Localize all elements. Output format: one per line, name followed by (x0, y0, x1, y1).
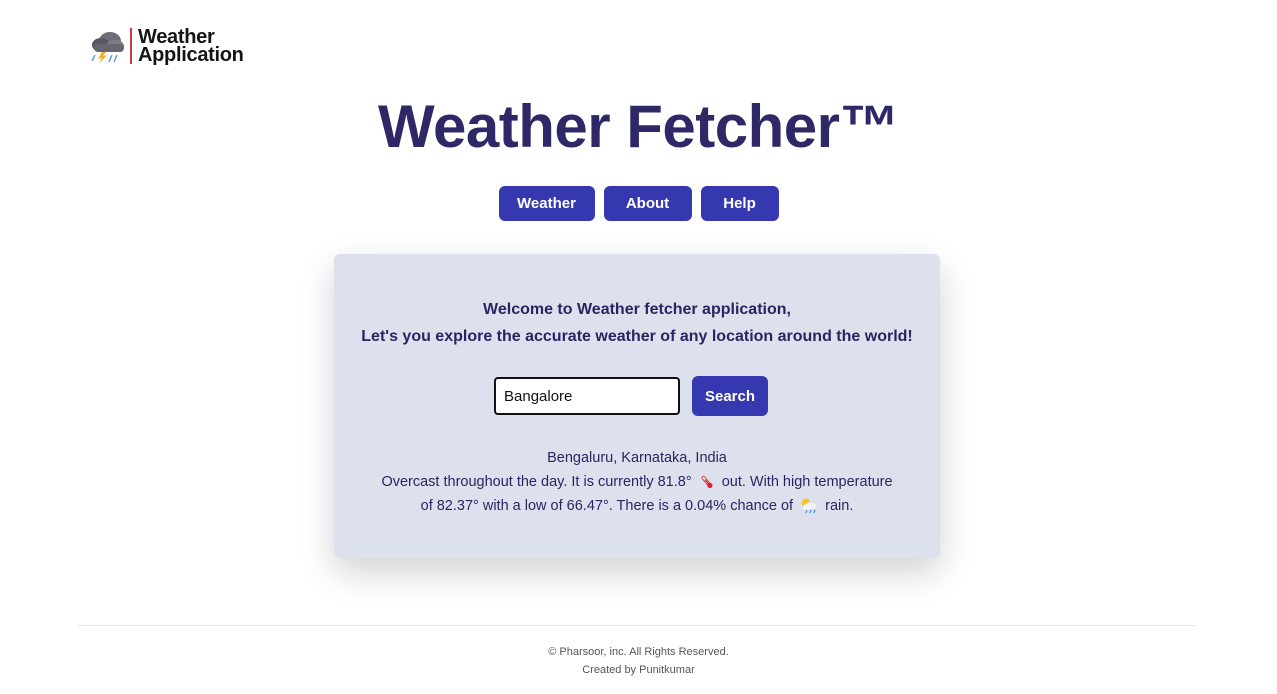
search-form: Search (494, 376, 768, 416)
nav-weather-button[interactable]: Weather (498, 186, 595, 221)
result-current-text: Overcast throughout the day. It is curre… (381, 474, 692, 490)
nav-about-button[interactable]: About (603, 186, 692, 221)
main-nav: Weather About Help (0, 186, 1277, 221)
nav-help-button[interactable]: Help (700, 186, 779, 221)
logo-divider (130, 28, 132, 64)
result-current: Overcast throughout the day. It is curre… (334, 470, 940, 494)
welcome-message: Welcome to Weather fetcher application, … (334, 296, 940, 350)
result-location: Bengaluru, Karnataka, India (547, 450, 727, 466)
search-button[interactable]: Search (692, 376, 768, 416)
location-search-input[interactable] (494, 377, 680, 415)
result-low-text: of 82.37° with a low of 66.47°. There is… (420, 498, 794, 514)
page-title: Weather Fetcher™ (377, 93, 900, 160)
logo-text: Weather Application (138, 27, 244, 66)
app-logo[interactable]: Weather Application (88, 27, 244, 65)
storm-cloud-icon (91, 32, 124, 64)
thermometer-icon (701, 476, 713, 489)
logo-text-line2: Application (138, 44, 244, 66)
weather-result: Bengaluru, Karnataka, India Overcast thr… (334, 446, 940, 518)
footer-copyright: © Pharsoor, inc. All Rights Reserved. (548, 646, 729, 658)
footer-credit: Created by Punitkumar (582, 664, 695, 676)
result-rain-text: rain. (825, 498, 854, 514)
welcome-line-2: Let's you explore the accurate weather o… (361, 328, 913, 345)
sun-rain-cloud-icon (801, 498, 818, 514)
weather-card: Welcome to Weather fetcher application, … (334, 254, 940, 558)
footer-divider (78, 625, 1196, 626)
result-high-text: out. With high temperature (721, 474, 893, 490)
result-forecast: of 82.37° with a low of 66.47°. There is… (334, 494, 940, 518)
welcome-line-1: Welcome to Weather fetcher application, (483, 301, 791, 318)
footer: © Pharsoor, inc. All Rights Reserved. Cr… (0, 643, 1277, 679)
